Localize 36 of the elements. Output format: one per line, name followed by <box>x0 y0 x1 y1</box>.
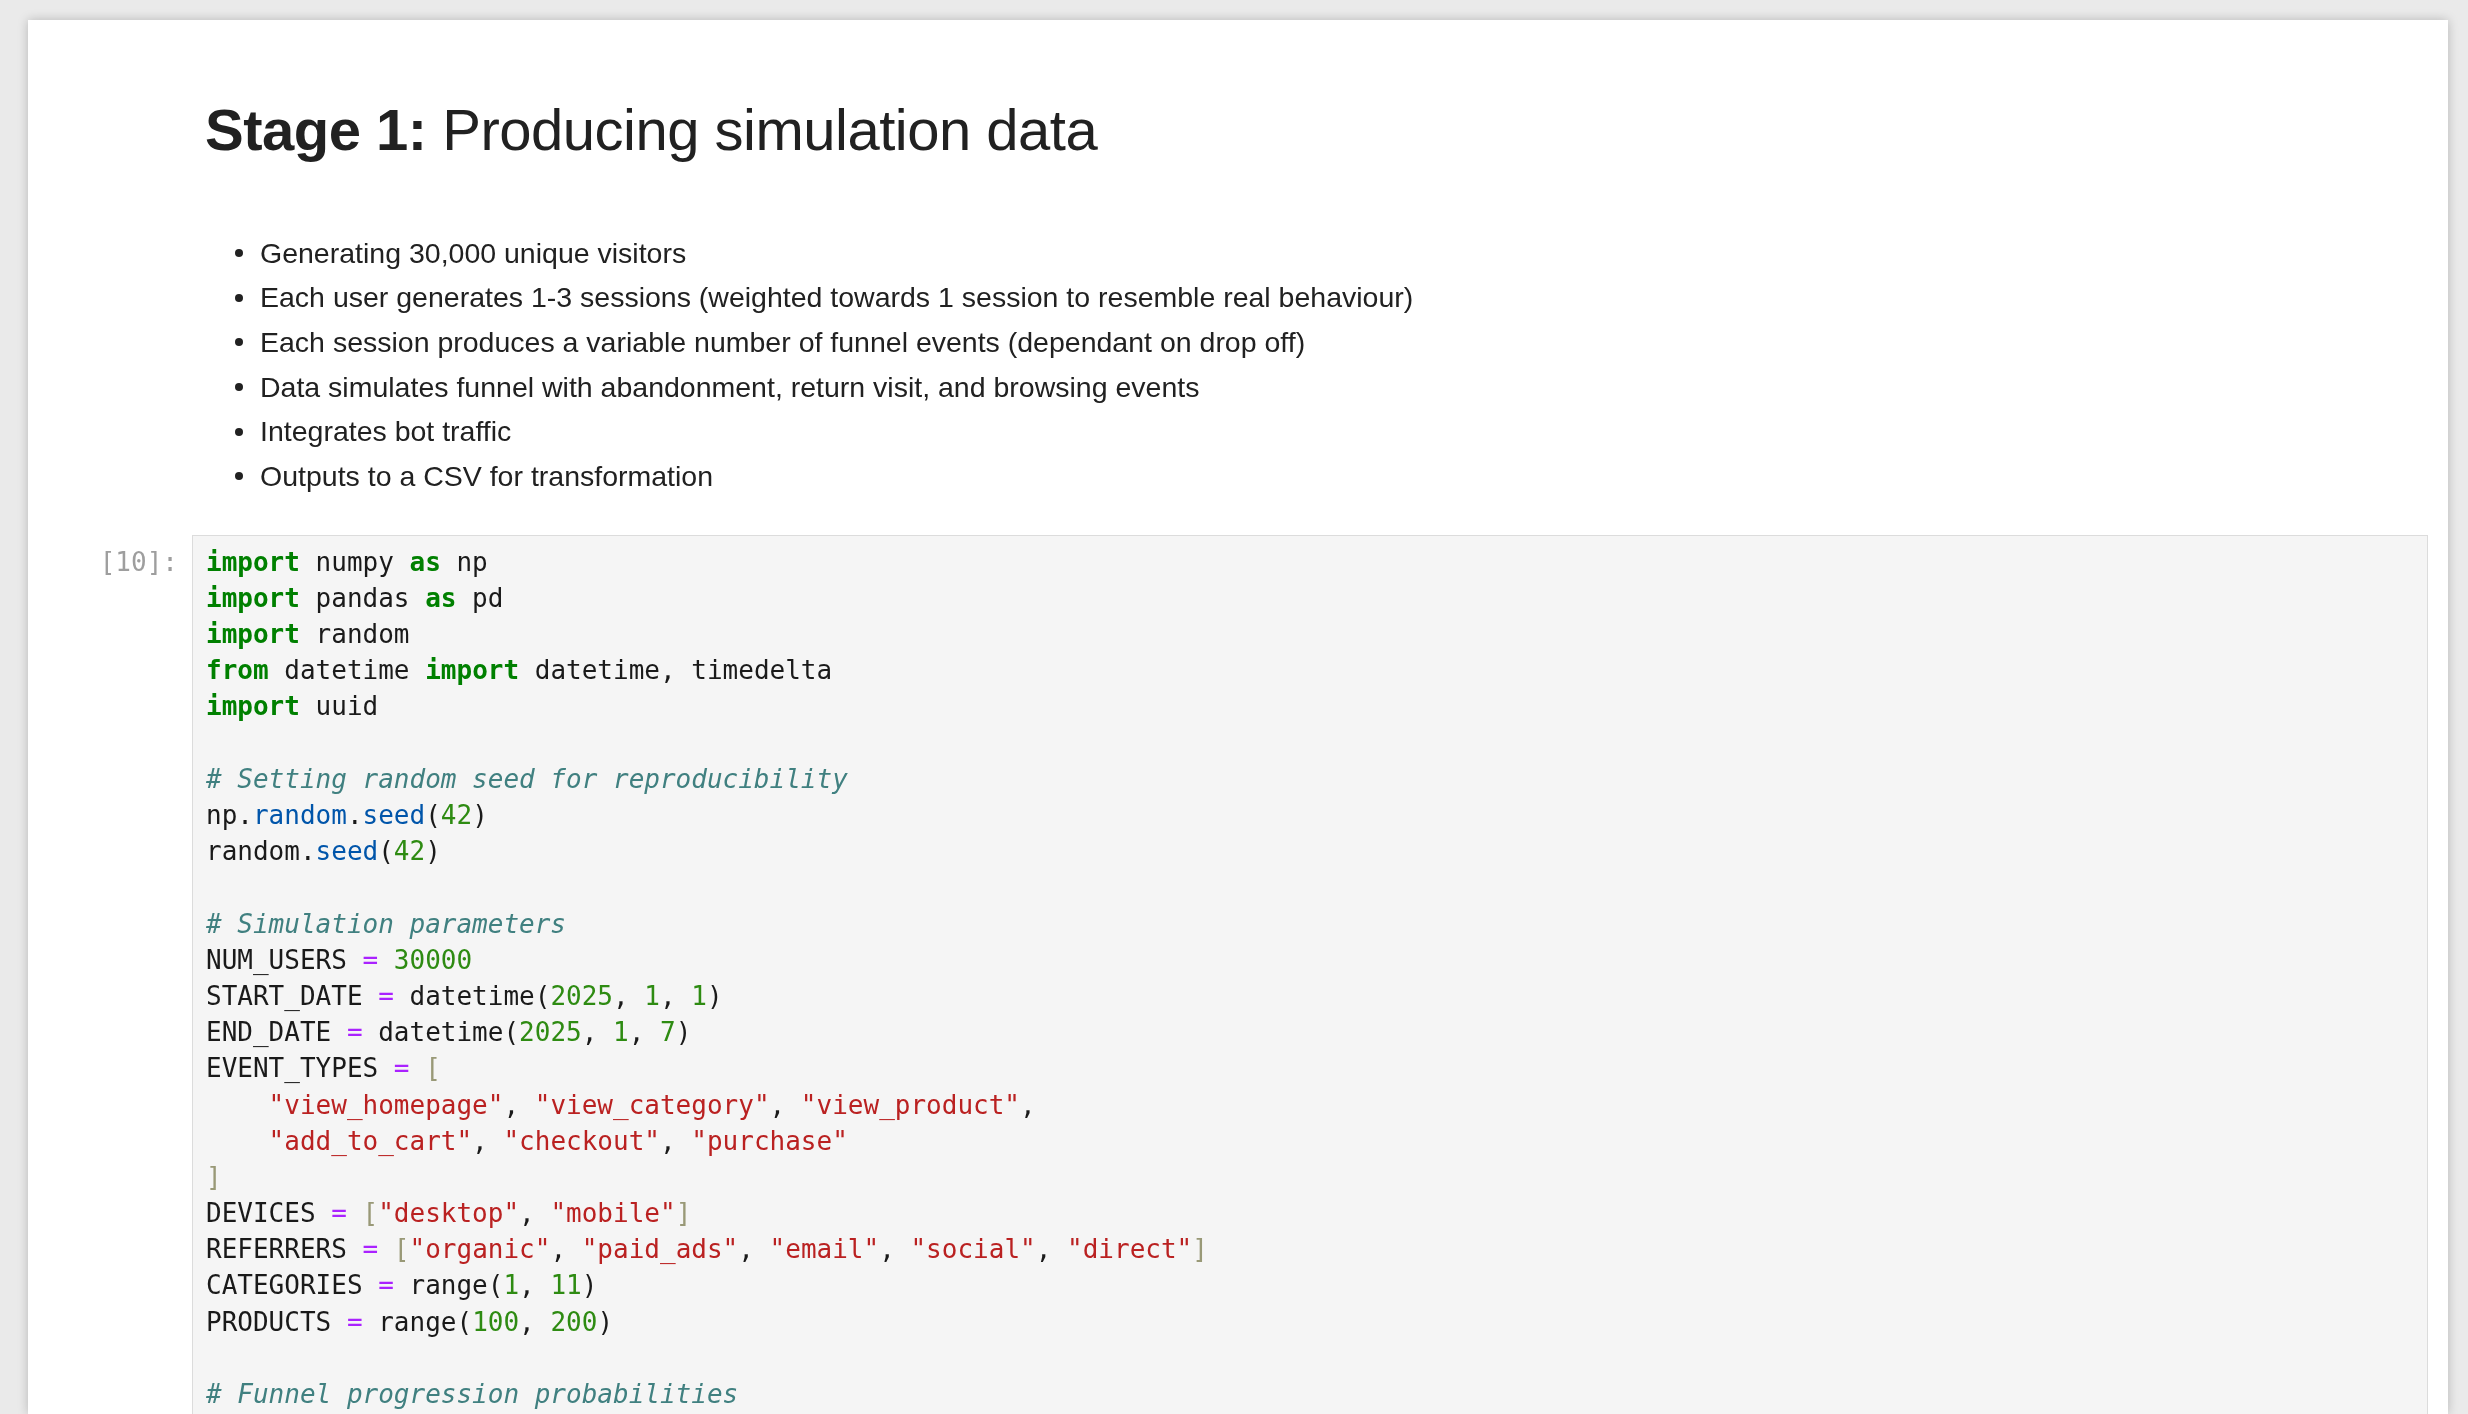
code-line: from datetime import datetime, timedelta <box>206 654 833 688</box>
heading: Stage 1: Producing simulation data <box>205 96 1098 164</box>
code-line: ] <box>206 1160 222 1194</box>
code-line: import random <box>206 618 410 652</box>
bullet-icon <box>235 472 243 481</box>
code-line: # Simulation parameters <box>206 907 567 941</box>
bullet-icon <box>235 338 243 347</box>
list-item: Outputs to a CSV for transformation <box>260 459 714 495</box>
code-line: END_DATE = datetime(2025, 1, 7) <box>206 1016 692 1050</box>
list-item: Generating 30,000 unique visitors <box>260 235 687 271</box>
list-item: Integrates bot traffic <box>260 414 512 450</box>
code-line: import uuid <box>206 690 379 724</box>
code-line: # Setting random seed for reproducibility <box>206 762 848 796</box>
list-item: Data simulates funnel with abandonment, return visit, and browsing events <box>260 369 1200 405</box>
cell-prompt: [10]: <box>98 545 178 579</box>
code-line: REFERRERS = ["organic", "paid_ads", "email", "social", "direct"] <box>206 1233 1208 1267</box>
code-line: import pandas as pd <box>206 581 504 615</box>
list-item: Each user generates 1-3 sessions (weighted towards 1 session to resemble real behaviour) <box>260 280 1414 316</box>
code-line: START_DATE = datetime(2025, 1, 1) <box>206 979 723 1013</box>
code-line: random.seed(42) <box>206 835 441 869</box>
code-line: DEVICES = ["desktop", "mobile"] <box>206 1197 692 1231</box>
code-line: CATEGORIES = range(1, 11) <box>206 1269 598 1303</box>
list-item: Each session produces a variable number of funnel events (dependant on drop off) <box>260 324 1306 360</box>
code-line: NUM_USERS = 30000 <box>206 943 473 977</box>
bullet-icon <box>235 293 243 302</box>
code-editor[interactable] <box>192 534 2428 1414</box>
code-line: "view_homepage", "view_category", "view_product", <box>267 1088 1036 1122</box>
bullet-icon <box>235 383 243 391</box>
code-line: PRODUCTS = range(100, 200) <box>206 1305 614 1339</box>
bullet-icon <box>235 427 243 436</box>
code-line: import numpy as np <box>206 545 488 579</box>
code-line: EVENT_TYPES = [ <box>206 1052 441 1086</box>
code-line: "add_to_cart", "checkout", "purchase" <box>267 1124 848 1158</box>
code-line: # Funnel progression probabilities <box>206 1378 739 1412</box>
bullet-icon <box>235 248 243 257</box>
code-line: np.random.seed(42) <box>206 799 488 833</box>
